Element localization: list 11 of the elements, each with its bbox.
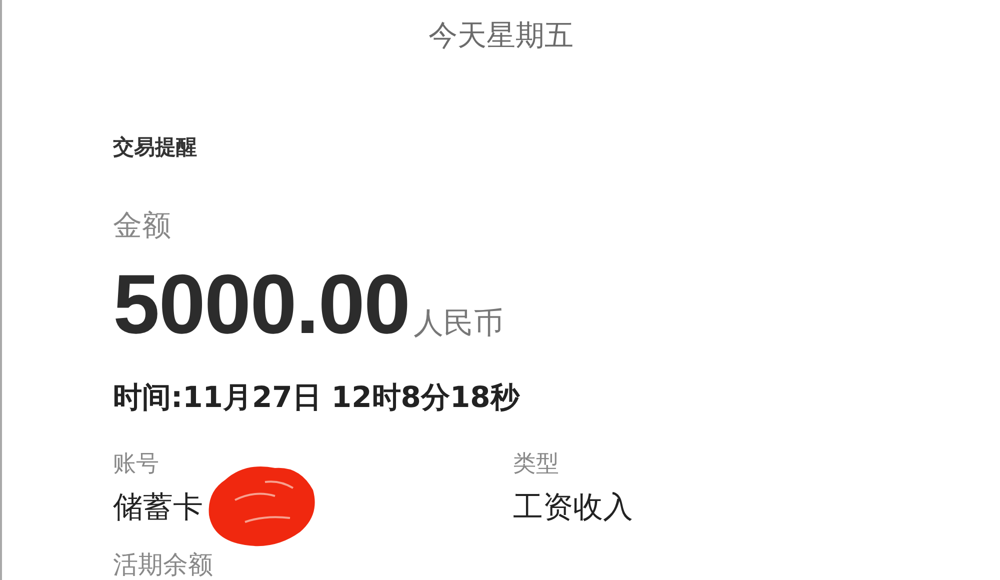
field-value: 工资收入	[513, 489, 633, 527]
day-heading: 今天星期五	[428, 17, 574, 54]
transaction-time: 时间:11月27日 12时8分18秒	[113, 379, 520, 416]
currency-label: 人民币	[414, 309, 504, 339]
balance-label: 活期余额	[113, 549, 213, 580]
amount-label: 金额	[113, 207, 171, 244]
notification-title: 交易提醒	[113, 134, 197, 161]
field-value: 储蓄卡	[113, 489, 203, 527]
field-label: 类型	[513, 450, 560, 479]
amount-value: 5000.00	[113, 262, 410, 346]
field-label: 账号	[113, 450, 160, 479]
